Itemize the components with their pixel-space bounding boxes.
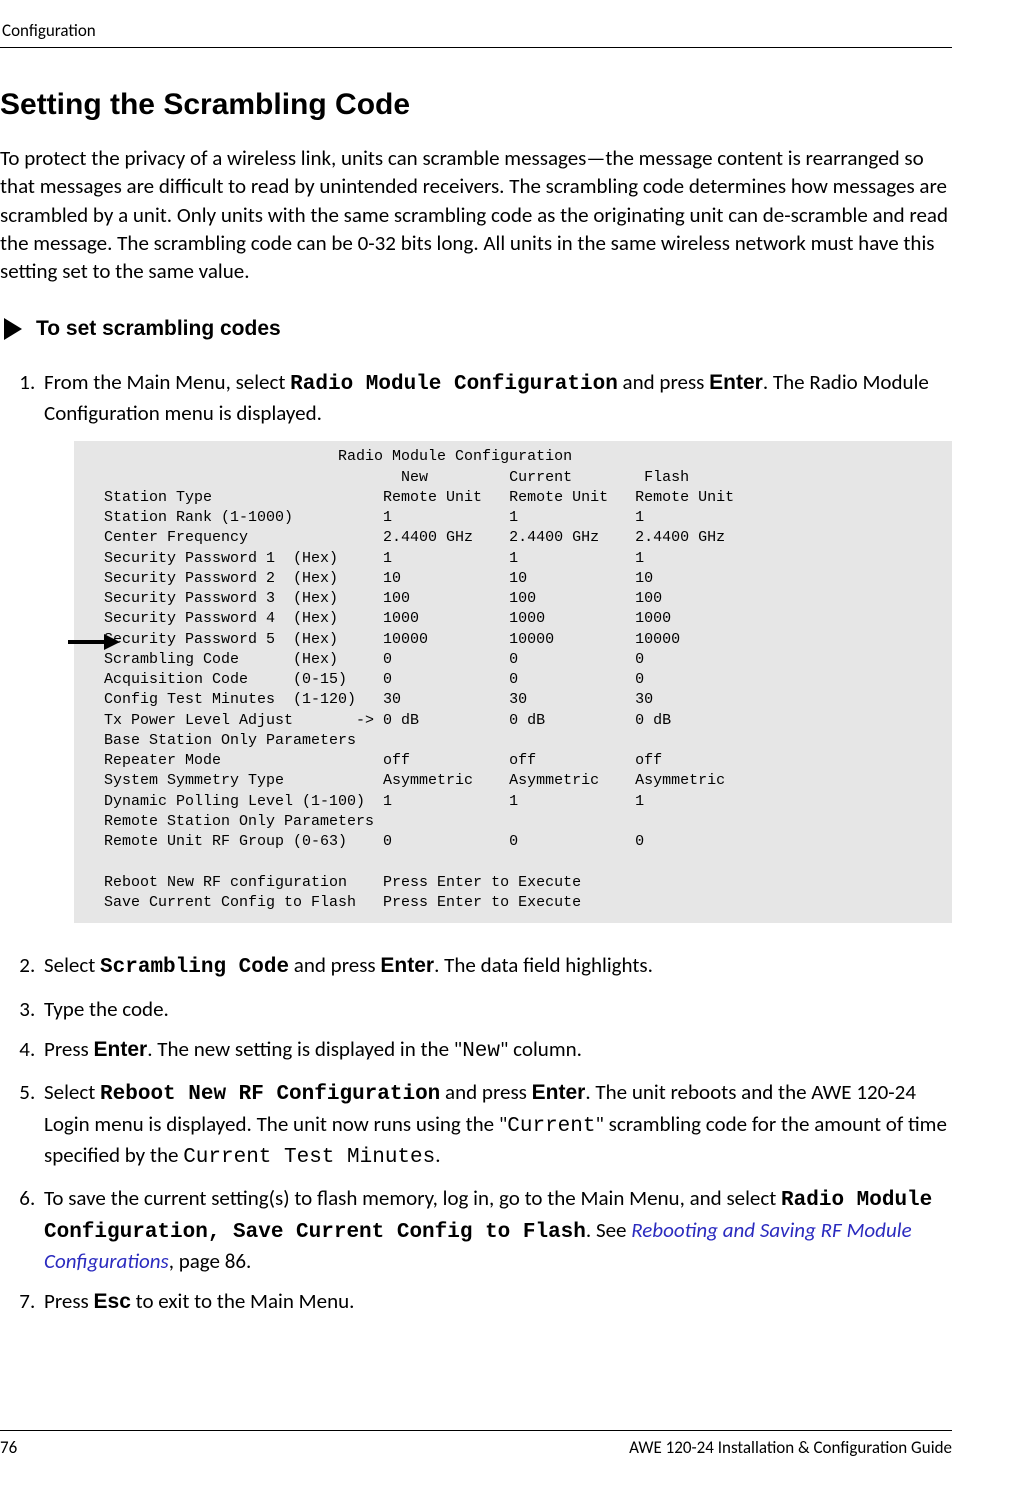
text: .	[435, 1142, 440, 1168]
text: Select	[44, 1079, 100, 1105]
step-2: Select Scrambling Code and press Enter. …	[40, 951, 952, 982]
text: Press	[44, 1036, 94, 1062]
code: Current	[507, 1115, 595, 1138]
key: Enter	[709, 371, 763, 394]
text: Select	[44, 952, 100, 978]
text: Press	[44, 1288, 94, 1314]
doc-title: AWE 120-24 Installation & Configuration …	[629, 1437, 952, 1458]
text: , page 86.	[169, 1248, 252, 1274]
step-7: Press Esc to exit to the Main Menu.	[40, 1287, 952, 1316]
code: Radio Module Configuration	[290, 373, 618, 396]
code: Reboot New RF Configuration	[100, 1083, 440, 1106]
text: to exit to the Main Menu.	[131, 1288, 355, 1314]
terminal-screenshot: Radio Module Configuration New Current F…	[74, 441, 952, 923]
footer-rule	[0, 1430, 952, 1431]
procedure-title: To set scrambling codes	[36, 317, 281, 341]
callout-arrow-icon	[68, 634, 120, 650]
text: From the Main Menu, select	[44, 369, 290, 395]
code: New	[462, 1040, 500, 1063]
text: " column.	[500, 1036, 582, 1062]
step-4: Press Enter. The new setting is displaye…	[40, 1035, 952, 1066]
code: Scrambling Code	[100, 956, 289, 979]
code: Current Test Minutes	[183, 1146, 435, 1169]
terminal-text: Radio Module Configuration New Current F…	[74, 441, 952, 923]
step-3: Type the code.	[40, 995, 952, 1023]
procedure-heading: To set scrambling codes	[2, 316, 952, 342]
step-6: To save the current setting(s) to flash …	[40, 1184, 952, 1275]
text: and press	[440, 1079, 531, 1105]
key: Enter	[380, 954, 434, 977]
text: . The data field highlights.	[434, 952, 653, 978]
text: and press	[618, 369, 709, 395]
steps-list: From the Main Menu, select Radio Module …	[0, 368, 952, 1317]
text: . The new setting is displayed in the "	[147, 1036, 462, 1062]
running-header: Configuration	[2, 20, 952, 41]
header-rule	[0, 47, 952, 48]
key: Esc	[94, 1290, 131, 1313]
key: Enter	[94, 1038, 148, 1061]
procedure-arrow-icon	[2, 316, 24, 342]
section-title: Setting the Scrambling Code	[0, 88, 952, 122]
page-number: 76	[0, 1437, 17, 1458]
text: To save the current setting(s) to flash …	[44, 1185, 781, 1211]
intro-paragraph: To protect the privacy of a wireless lin…	[0, 144, 952, 286]
page-footer: 76 AWE 120-24 Installation & Configurati…	[0, 1430, 952, 1458]
text: and press	[289, 952, 380, 978]
text: . See	[586, 1217, 631, 1243]
step-5: Select Reboot New RF Configuration and p…	[40, 1078, 952, 1172]
step-1: From the Main Menu, select Radio Module …	[40, 368, 952, 923]
key: Enter	[532, 1081, 586, 1104]
